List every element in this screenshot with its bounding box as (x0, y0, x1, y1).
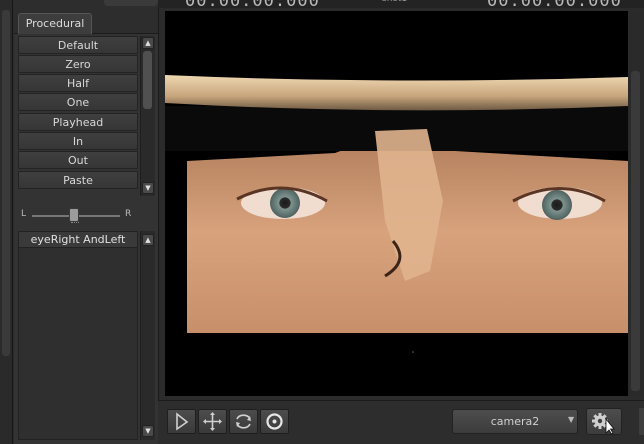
scroll-down-icon[interactable]: ▼ (142, 182, 154, 194)
preset-button-list: Default Zero Half One Playhead In Out Pa… (18, 36, 138, 190)
move-icon (203, 412, 222, 431)
slider-right-label: R (125, 209, 132, 219)
panel-tab-bar: Procedural (14, 0, 158, 34)
mouse-cursor-icon (605, 417, 615, 435)
procedure-list[interactable] (18, 248, 138, 440)
preset-half-button[interactable]: Half (18, 74, 138, 92)
target-tool-button[interactable] (260, 409, 289, 434)
viewport-right-edge (628, 11, 644, 396)
preset-zero-button[interactable]: Zero (18, 55, 138, 73)
chevron-down-icon: ▼ (568, 415, 575, 424)
slider-left-label: L (21, 209, 27, 219)
toolbar-right-edge (639, 408, 644, 435)
camera-select[interactable]: camera2 (452, 409, 578, 434)
move-tool-button[interactable] (198, 409, 227, 434)
preset-one-button[interactable]: One (18, 93, 138, 111)
select-tool-button[interactable] (167, 409, 196, 434)
preset-in-button[interactable]: In (18, 132, 138, 150)
rotate-icon (236, 414, 251, 429)
preset-playhead-button[interactable]: Playhead (18, 113, 138, 131)
list-header[interactable]: eyeRight AndLeft (18, 231, 138, 248)
scroll-thumb[interactable] (143, 51, 152, 109)
gear-icon (592, 413, 615, 435)
preset-default-button[interactable]: Default (18, 36, 138, 54)
render-face-image (165, 75, 628, 396)
viewport-canvas[interactable] (165, 11, 628, 396)
viewport-right-scrollbar[interactable] (631, 71, 640, 391)
panel-top-handle (104, 0, 158, 6)
list-scrollbar[interactable]: ▲ ▼ (140, 231, 155, 440)
timecode-left: 00:00:00:000 (185, 0, 320, 11)
select-icon (176, 412, 189, 431)
shot-label: shot1 (382, 0, 407, 4)
tab-procedural[interactable]: Procedural (18, 13, 92, 34)
scroll-up-icon[interactable]: ▲ (142, 234, 154, 246)
slider-handle[interactable] (69, 208, 79, 222)
target-icon (266, 413, 283, 430)
preset-scrollbar[interactable]: ▲ ▼ (140, 36, 155, 196)
scroll-up-icon[interactable]: ▲ (142, 37, 154, 49)
settings-button[interactable] (586, 408, 622, 435)
left-edge-strip (0, 0, 13, 444)
blend-slider: L R (18, 200, 138, 226)
timecode-right: 00:00:00:000 (487, 0, 622, 11)
scroll-down-icon[interactable]: ▼ (142, 425, 154, 437)
preset-paste-button[interactable]: Paste (18, 171, 138, 189)
preset-out-button[interactable]: Out (18, 151, 138, 169)
procedural-panel: Procedural Default Zero Half One Playhea… (14, 0, 158, 444)
slider-center-mark (71, 222, 79, 225)
rotate-tool-button[interactable] (229, 409, 258, 434)
left-edge-scrollbar[interactable] (2, 10, 10, 356)
